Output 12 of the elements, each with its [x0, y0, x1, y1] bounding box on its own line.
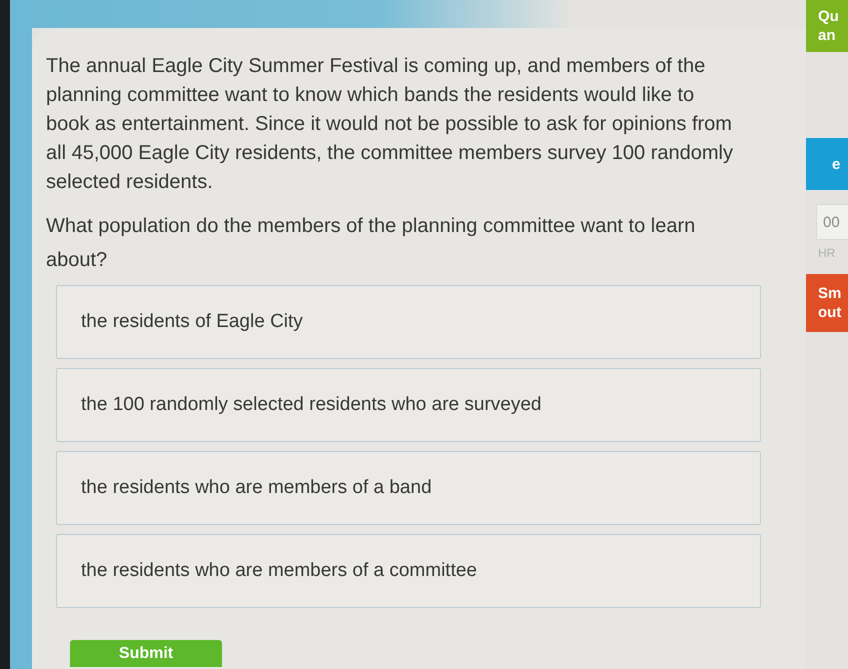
- tile-label: Qu: [818, 7, 840, 26]
- timer-value: 00: [823, 214, 840, 230]
- question-text: What population do the members of the planning committee want to learn about?: [46, 214, 696, 273]
- answer-option[interactable]: the 100 randomly selected residents who are surveyed: [56, 368, 761, 442]
- tile-label: Sm: [818, 284, 842, 303]
- tile-label: out: [818, 303, 842, 322]
- tile-label: e: [832, 154, 842, 174]
- passage-text: The annual Eagle City Summer Festival is coming up, and members of the planning committee want to know which bands the residents would like to book as entertainment. Since it would not be possible to ask for opinions from all 45,000 Eagle City residents, the committee members survey 100 randomly selected residents.: [46, 54, 734, 195]
- answer-option[interactable]: the residents who are members of a band: [56, 451, 761, 525]
- answer-option[interactable]: the residents of Eagle City: [56, 285, 761, 359]
- answer-option[interactable]: the residents who are members of a committee: [56, 534, 761, 608]
- tile-label: an: [818, 26, 837, 45]
